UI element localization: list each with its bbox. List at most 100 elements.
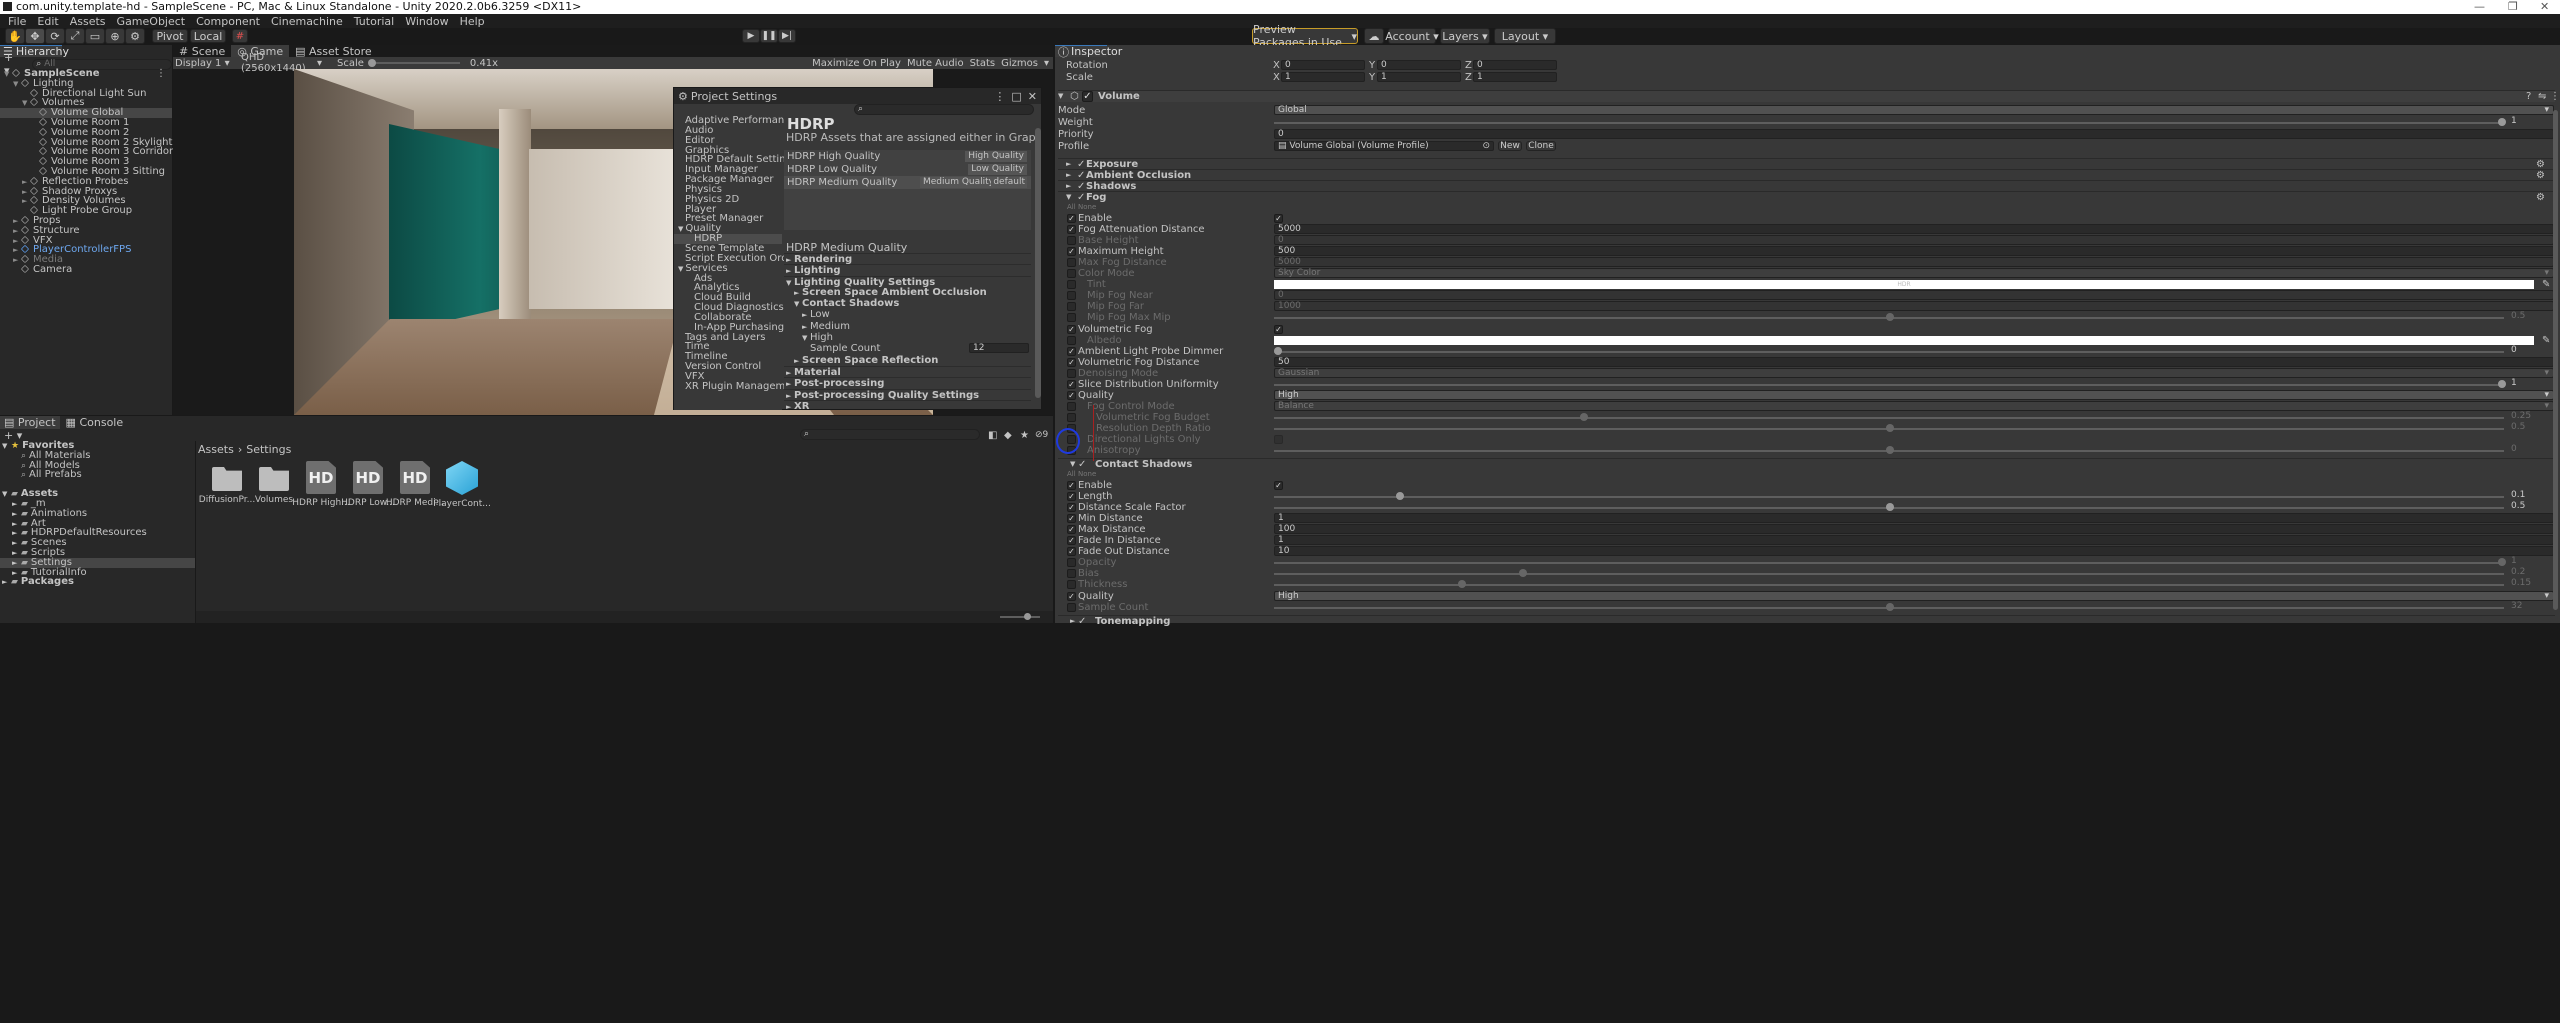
slider-knob[interactable] [1274, 346, 1282, 355]
property-checkbox[interactable] [1274, 435, 1283, 444]
slider-knob[interactable] [1886, 313, 1894, 322]
project-tree-item[interactable]: ► ▰ Packages [0, 577, 195, 587]
ps-search-input[interactable]: ⌕ [854, 104, 1034, 115]
transform-x-field[interactable]: 0 [1281, 60, 1365, 70]
color-swatch[interactable] [1274, 335, 2534, 345]
quality-tree-item[interactable]: ► Screen Space Reflection [784, 355, 1031, 366]
nav-arrow-icon[interactable]: ▼ [678, 225, 683, 233]
component-menu-icon[interactable]: ⋮ [2550, 91, 2560, 102]
slider-value[interactable]: 0.5 [2508, 312, 2554, 322]
enum-dropdown[interactable]: High ▾ [1274, 389, 2554, 400]
slider-value[interactable]: 32 [2508, 601, 2554, 612]
override-checkbox[interactable]: ✓ [1067, 379, 1076, 389]
tab-console[interactable]: ▦ Console [60, 416, 130, 429]
clone-profile-button[interactable]: Clone [1526, 141, 1556, 151]
hierarchy-item[interactable]: ► PlayerControllerFPS [0, 245, 172, 255]
override-checkbox[interactable] [1067, 569, 1076, 579]
slider[interactable] [1274, 491, 2504, 502]
quality-tree-item[interactable]: ► Lighting [784, 264, 1031, 276]
slider[interactable] [1274, 568, 2504, 579]
slider-knob[interactable] [2498, 118, 2506, 126]
value-field[interactable]: 5000 [1274, 224, 2554, 235]
ps-scrollbar[interactable] [1035, 128, 1041, 398]
quality-tree-item[interactable]: ▼ Lighting Quality Settings [784, 275, 1031, 288]
enum-dropdown[interactable]: Global ▾ [1274, 105, 2554, 115]
slider-value[interactable]: 0 [2508, 445, 2554, 455]
play-icon[interactable]: ▶ [742, 29, 760, 43]
transform-y-field[interactable]: 0 [1377, 60, 1461, 70]
all-toggle[interactable]: All [1067, 202, 1076, 213]
tab-project[interactable]: ▤ Project [0, 415, 60, 429]
favorite-star-icon[interactable]: ★ [1020, 430, 1029, 441]
slider[interactable] [1274, 579, 2504, 590]
slider-value[interactable]: 0.5 [2508, 502, 2554, 512]
scene-menu-icon[interactable]: ⋮ [156, 69, 166, 79]
slider[interactable] [1274, 412, 2504, 423]
slider-value[interactable]: 0 [2508, 345, 2554, 356]
override-checkbox[interactable] [1067, 313, 1076, 323]
slider-value[interactable]: 1 [2508, 557, 2554, 567]
hierarchy-item[interactable]: ► Structure [0, 225, 172, 236]
hierarchy-item[interactable]: Directional Light Sun [0, 88, 172, 99]
quality-tree-item[interactable]: Sample Count 12 [784, 343, 1031, 354]
quality-tree-item[interactable]: ► Material [784, 365, 1031, 378]
property-checkbox[interactable]: ✓ [1274, 481, 1283, 490]
slider-knob[interactable] [1886, 423, 1894, 432]
quality-asset-row[interactable]: HDRP High Quality High Quality [784, 150, 1031, 163]
quality-tree-item[interactable]: ► Post-processing Quality Settings [784, 388, 1031, 401]
slider-value[interactable]: 0.2 [2508, 568, 2554, 578]
override-checkmark-icon[interactable]: ✓ [1078, 616, 1086, 627]
override-checkbox[interactable]: ✓ [1067, 357, 1076, 367]
quality-tree-item[interactable]: ► Medium [784, 321, 1031, 332]
slider-knob[interactable] [1396, 492, 1405, 501]
ps-nav-item[interactable]: ▼ Quality [674, 224, 782, 234]
enum-dropdown[interactable]: Balance ▾ [1274, 400, 2554, 411]
sample-count-field[interactable]: 12 [969, 343, 1029, 354]
grid-snap-icon[interactable]: # [232, 29, 248, 43]
property-checkbox[interactable]: ✓ [1274, 214, 1283, 223]
asset-tile[interactable]: HD HDRP High... [292, 461, 350, 511]
asset-tile[interactable]: HD HDRP Low... [341, 461, 395, 511]
ps-menu-icon[interactable]: ⋮ [994, 90, 1005, 103]
override-checkbox[interactable]: ✓ [1067, 225, 1076, 235]
maximize-button[interactable]: ❐ [2508, 0, 2518, 14]
property-checkbox[interactable]: ✓ [1274, 324, 1283, 334]
inspector-scrollbar[interactable] [2553, 110, 2558, 610]
hierarchy-item[interactable]: ► Props [0, 215, 172, 226]
project-tree-item[interactable]: ► ▰ Scenes [0, 538, 195, 548]
display-dropdown[interactable]: Display 1 ▾ [175, 58, 241, 69]
override-checkbox[interactable] [1067, 412, 1076, 422]
slider-knob[interactable] [1518, 569, 1527, 578]
preset-icon[interactable]: ⇋ [2538, 91, 2546, 102]
override-checkbox[interactable]: ✓ [1067, 503, 1076, 513]
transform-x-field[interactable]: 1 [1281, 72, 1365, 82]
transform-tool-icon[interactable]: ⊕ [105, 28, 125, 44]
account-dropdown[interactable]: Account ▾ [1385, 28, 1439, 44]
quality-tree-item[interactable]: ► Rendering [784, 253, 1031, 265]
all-toggle[interactable]: All [1067, 469, 1076, 480]
quality-tree-item[interactable]: ▼ High [784, 332, 1031, 343]
menu-edit[interactable]: Edit [37, 15, 58, 28]
project-tree-item[interactable]: ► ▰ Settings [0, 557, 195, 568]
help-icon[interactable]: ? [2526, 91, 2531, 102]
override-checkbox[interactable]: ✓ [1067, 390, 1076, 400]
override-checkbox[interactable]: ✓ [1067, 247, 1076, 257]
project-tree-item[interactable]: ► ▰ Animations [0, 508, 195, 518]
step-icon[interactable]: ▶| [778, 29, 796, 43]
value-field[interactable]: 1 [1274, 535, 2554, 546]
none-toggle[interactable]: None [1078, 469, 1096, 480]
rect-tool-icon[interactable]: ▭ [85, 28, 105, 44]
asset-tile[interactable]: Volumes [251, 461, 297, 511]
slider-knob[interactable] [1886, 446, 1894, 455]
asset-tile[interactable]: DiffusionPr... [199, 461, 255, 511]
project-tree-item[interactable]: ▼ ▰ Assets [0, 489, 195, 499]
menu-component[interactable]: Component [196, 15, 260, 28]
quality-tree-item[interactable]: ► Screen Space Ambient Occlusion [784, 287, 1031, 298]
expand-arrow-icon[interactable]: ▼ [13, 80, 21, 90]
override-checkbox[interactable] [1067, 602, 1076, 612]
ps-maximize-icon[interactable]: □ [1011, 90, 1021, 103]
menu-cinemachine[interactable]: Cinemachine [271, 15, 343, 28]
project-tree-item[interactable]: ► ▰ _m [0, 498, 195, 508]
local-toggle[interactable]: Local [190, 29, 226, 43]
value-field[interactable]: 500 [1274, 246, 2554, 257]
